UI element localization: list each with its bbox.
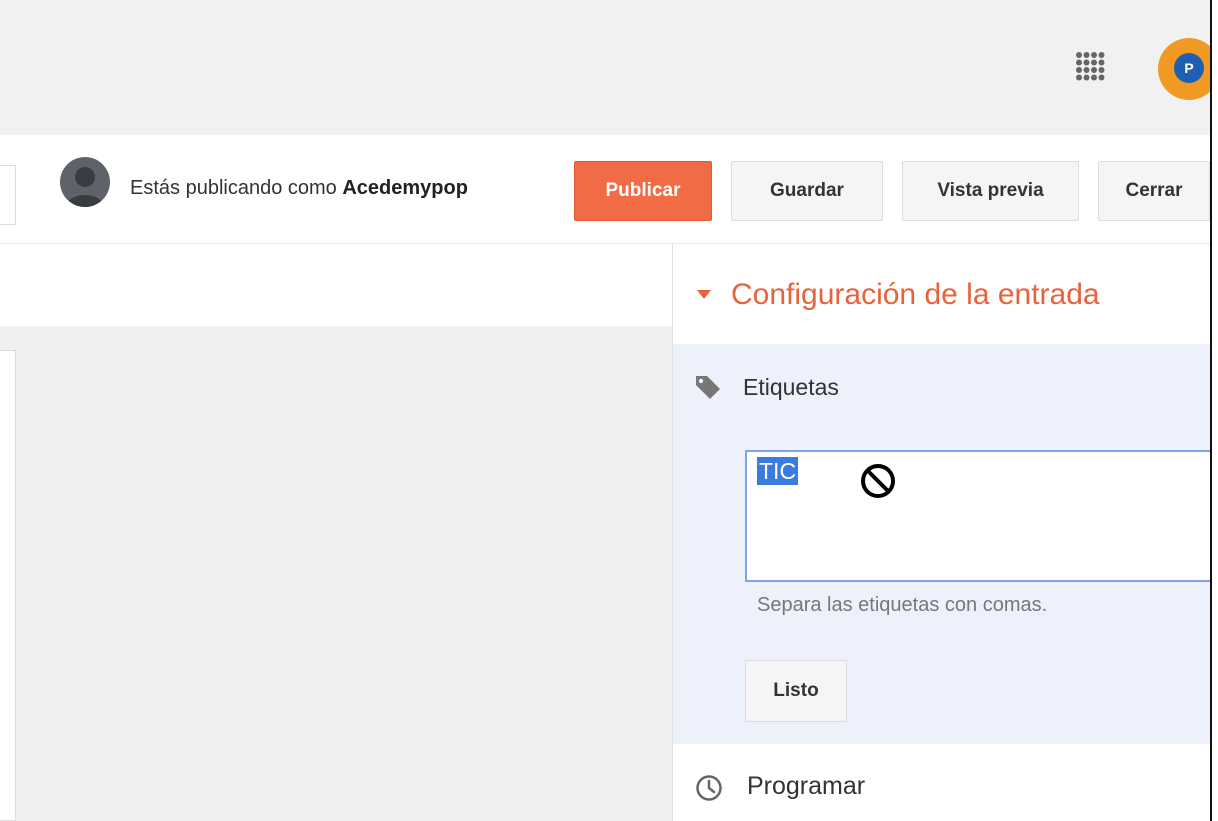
post-settings-header[interactable]: Configuración de la entrada (673, 244, 1211, 344)
caret-down-icon (697, 290, 711, 299)
save-button[interactable]: Guardar (731, 161, 883, 221)
posting-as-user: Acedemypop (342, 177, 468, 199)
labels-title: Etiquetas (743, 374, 839, 400)
account-initials: P (1174, 53, 1204, 83)
editor-area (0, 326, 672, 821)
window-edge-line (1210, 0, 1212, 821)
tag-icon (696, 376, 720, 399)
publish-button[interactable]: Publicar (574, 161, 712, 221)
user-avatar (60, 157, 110, 207)
not-allowed-cursor-icon (861, 464, 895, 498)
post-body-editor[interactable] (0, 350, 16, 821)
post-settings-panel: Configuración de la entrada Etiquetas TI… (672, 244, 1215, 821)
close-button[interactable]: Cerrar (1098, 161, 1210, 221)
editor-toolbar: Estás publicando como Acedemypop Publica… (0, 135, 1210, 244)
blogger-post-editor: P Estás publicando como Acedemypop Publi… (0, 0, 1218, 821)
post-title-input[interactable] (0, 165, 16, 225)
labels-hint: Separa las etiquetas con comas. (757, 594, 1048, 616)
posting-as-prefix: Estás publicando como (130, 177, 343, 199)
schedule-section[interactable]: Programar (673, 744, 1211, 821)
post-settings-title: Configuración de la entrada (731, 278, 1100, 311)
labels-section: Etiquetas TIC Separa las etiquetas con c… (673, 344, 1215, 744)
done-button[interactable]: Listo (745, 660, 847, 722)
apps-grid-icon[interactable] (1074, 50, 1108, 84)
schedule-label: Programar (747, 772, 866, 800)
clock-icon (696, 775, 722, 801)
editor-toolbar-strip (0, 244, 672, 326)
labels-input[interactable]: TIC (745, 450, 1215, 582)
posting-as-text: Estás publicando como Acedemypop (130, 177, 468, 200)
preview-button[interactable]: Vista previa (902, 161, 1079, 221)
top-bar: P (0, 0, 1218, 135)
labels-input-value: TIC (757, 457, 799, 485)
user-silhouette-icon (66, 167, 104, 207)
account-avatar[interactable]: P (1158, 38, 1218, 100)
